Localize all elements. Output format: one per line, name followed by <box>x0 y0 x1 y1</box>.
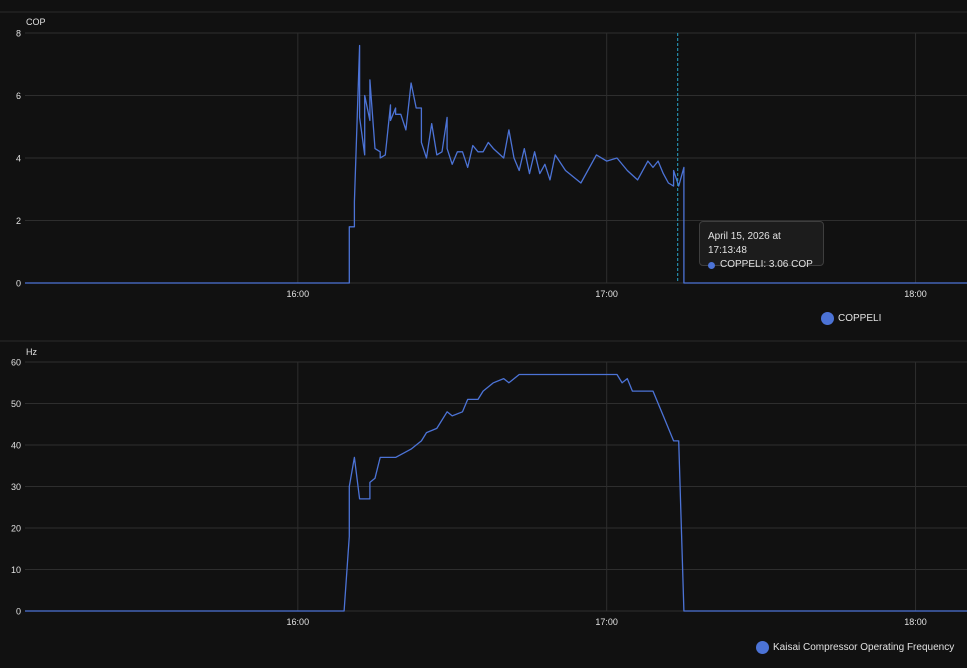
x-tick-label: 16:00 <box>287 289 310 299</box>
legend-swatch-icon <box>821 312 834 325</box>
y-tick-label: 10 <box>11 565 21 575</box>
legend-item-compressor-frequency[interactable]: Kaisai Compressor Operating Frequency <box>756 641 954 654</box>
x-tick-label: 17:00 <box>595 617 618 627</box>
frequency-chart: Hz 0 10 20 30 40 50 60 16:00 17:00 18:00 <box>11 347 967 627</box>
y-tick-label: 50 <box>11 399 21 409</box>
legend-label: Kaisai Compressor Operating Frequency <box>773 642 955 653</box>
hover-tooltip: April 15, 2026 at 17:13:48 COPPELI: 3.06… <box>699 221 824 270</box>
y-tick-label: 4 <box>16 154 21 164</box>
tooltip-row: COPPELI: 3.06 COP <box>708 258 815 272</box>
charts-canvas: COP 0 2 4 6 8 16:00 17:00 18:00 Hz 0 10 20 30 40 50 60 1… <box>0 11 967 627</box>
y-tick-label: 0 <box>16 279 21 289</box>
y-tick-label: 30 <box>11 482 21 492</box>
y-axis-label: COP <box>26 17 46 27</box>
series-line <box>25 373 967 612</box>
series-dot-icon <box>708 261 715 269</box>
x-tick-label: 18:00 <box>904 617 927 627</box>
cop-chart: COP 0 2 4 6 8 16:00 17:00 18:00 <box>16 17 967 299</box>
x-tick-label: 16:00 <box>287 617 310 627</box>
y-tick-label: 2 <box>16 216 21 226</box>
y-axis-label: Hz <box>26 347 37 357</box>
tooltip-value: COPPELI: 3.06 COP <box>720 259 813 270</box>
y-tick-label: 6 <box>16 91 21 101</box>
series-line <box>25 44 967 284</box>
legend-item-coppeli[interactable]: COPPELI <box>821 312 881 325</box>
legend-label: COPPELI <box>838 313 882 324</box>
x-tick-label: 18:00 <box>904 289 927 299</box>
legend-swatch-icon <box>756 641 769 654</box>
y-tick-label: 40 <box>11 441 21 451</box>
y-tick-label: 0 <box>16 607 21 617</box>
tooltip-date: April 15, 2026 at 17:13:48 <box>708 231 781 256</box>
x-tick-label: 17:00 <box>595 289 618 299</box>
y-tick-label: 20 <box>11 524 21 534</box>
y-tick-label: 8 <box>16 29 21 39</box>
y-tick-label: 60 <box>11 358 21 368</box>
